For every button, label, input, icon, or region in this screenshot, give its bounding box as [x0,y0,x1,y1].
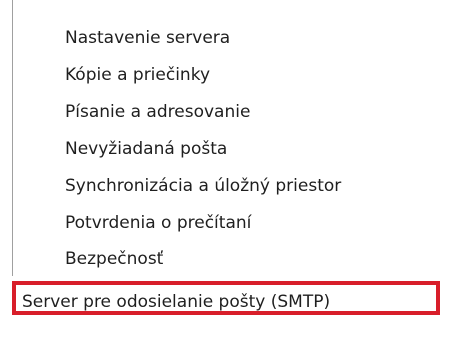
tree-item-composition-and-addressing[interactable]: Písanie a adresovanie [65,98,250,126]
tree-item-label: Kópie a priečinky [65,65,211,85]
tree-item-synchronization-and-storage[interactable]: Synchronizácia a úložný priestor [65,172,341,200]
tree-item-server-settings[interactable]: Nastavenie servera [65,24,230,52]
tree-item-copies-and-folders[interactable]: Kópie a priečinky [65,61,210,89]
tree-item-label: Nastavenie servera [65,28,231,48]
tree-item-label: Synchronizácia a úložný priestor [65,176,342,196]
tree-item-outgoing-server-smtp[interactable]: Server pre odosielanie pošty (SMTP) [12,281,440,315]
tree-item-label: Server pre odosielanie pošty (SMTP) [22,292,331,312]
account-settings-tree: Nastavenie servera Kópie a priečinky Pís… [0,0,472,340]
tree-item-return-receipts[interactable]: Potvrdenia o prečítaní [65,209,251,237]
tree-item-label: Nevyžiadaná pošta [65,139,228,159]
tree-item-label: Bezpečnosť [65,249,164,269]
tree-item-label: Potvrdenia o prečítaní [65,213,252,233]
tree-item-security[interactable]: Bezpečnosť [65,245,163,273]
tree-connector-line [12,0,13,276]
tree-item-label: Písanie a adresovanie [65,102,251,122]
tree-item-junk-mail[interactable]: Nevyžiadaná pošta [65,135,227,163]
